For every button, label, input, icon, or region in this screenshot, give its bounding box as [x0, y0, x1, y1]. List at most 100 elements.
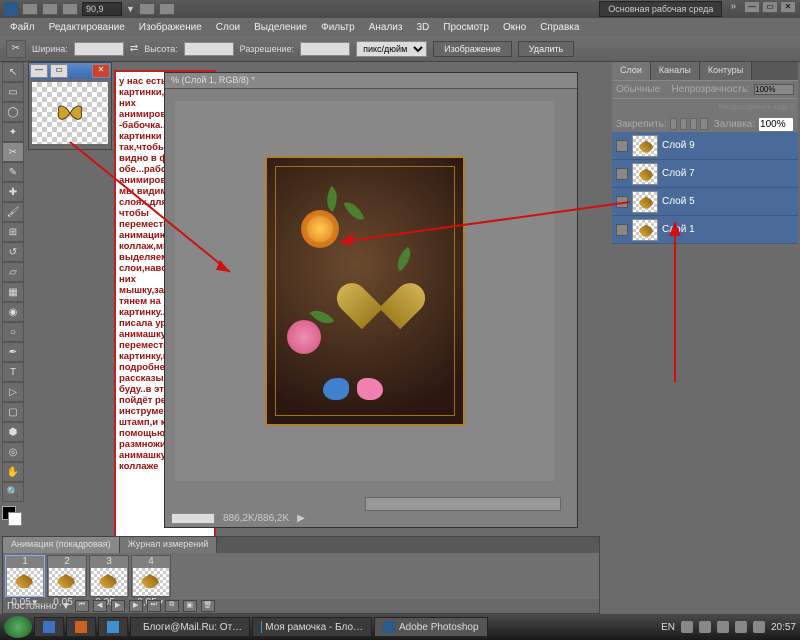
- bw-max-icon[interactable]: ▭: [50, 64, 68, 78]
- 3d-tool[interactable]: ⬢: [2, 422, 24, 442]
- tb-btn4[interactable]: [139, 3, 155, 15]
- move-tool[interactable]: ↖: [2, 62, 24, 82]
- tb-btn3[interactable]: [62, 3, 78, 15]
- frame[interactable]: 10,05▼: [5, 555, 45, 597]
- lock-all-icon[interactable]: [700, 118, 707, 130]
- stamp-tool[interactable]: ⊞: [2, 222, 24, 242]
- lock-position-icon[interactable]: [690, 118, 697, 130]
- eye-icon[interactable]: [616, 196, 628, 208]
- swap-icon[interactable]: ⇄: [130, 43, 138, 54]
- blur-tool[interactable]: ◉: [2, 302, 24, 322]
- layer-row[interactable]: Слой 1: [612, 216, 798, 244]
- layer-thumb[interactable]: [632, 219, 658, 241]
- taskbar-item[interactable]: Adobe Photoshop: [374, 617, 488, 637]
- pen-tool[interactable]: ✒: [2, 342, 24, 362]
- eyedropper-tool[interactable]: ✎: [2, 162, 24, 182]
- butterfly-window-titlebar[interactable]: — ▭ ✕: [29, 63, 111, 79]
- frame[interactable]: 30,05▼: [89, 555, 129, 597]
- quicklaunch[interactable]: [98, 617, 128, 637]
- eye-icon[interactable]: [616, 140, 628, 152]
- color-swatches[interactable]: [2, 506, 24, 528]
- quicklaunch[interactable]: [34, 617, 64, 637]
- tab-log[interactable]: Журнал измерений: [120, 537, 218, 553]
- menu-filter[interactable]: Фильтр: [315, 20, 361, 35]
- brush-tool[interactable]: 🖌: [2, 202, 24, 222]
- menu-3d[interactable]: 3D: [410, 20, 435, 35]
- layer-row[interactable]: Слой 5: [612, 188, 798, 216]
- tray-icon[interactable]: [753, 621, 765, 633]
- close-button[interactable]: ✕: [780, 1, 796, 13]
- delete-button[interactable]: Удалить: [518, 41, 574, 57]
- tray-icon[interactable]: [735, 621, 747, 633]
- lock-pixels-icon[interactable]: [680, 118, 687, 130]
- type-tool[interactable]: T: [2, 362, 24, 382]
- shape-tool[interactable]: ▢: [2, 402, 24, 422]
- minimize-button[interactable]: —: [744, 1, 760, 13]
- next-frame-button[interactable]: ▶: [129, 600, 143, 612]
- taskbar-item[interactable]: Моя рамочка - Бло…: [252, 617, 372, 637]
- tray-icon[interactable]: [681, 621, 693, 633]
- new-frame-button[interactable]: ▣: [183, 600, 197, 612]
- opacity-input[interactable]: [754, 84, 794, 95]
- play-button[interactable]: ▶: [111, 600, 125, 612]
- menu-window[interactable]: Окно: [497, 20, 532, 35]
- tab-animation[interactable]: Анимация (покадровая): [3, 537, 120, 553]
- start-button[interactable]: [4, 616, 32, 638]
- eraser-tool[interactable]: ▱: [2, 262, 24, 282]
- tab-layers[interactable]: Слои: [612, 62, 651, 80]
- zoom-tool[interactable]: 🔍: [2, 482, 24, 502]
- document-canvas[interactable]: [175, 101, 555, 481]
- doc-zoom-input[interactable]: [171, 513, 215, 524]
- tab-channels[interactable]: Каналы: [651, 62, 700, 80]
- marquee-tool[interactable]: ▭: [2, 82, 24, 102]
- first-frame-button[interactable]: ⏮: [75, 600, 89, 612]
- tray-icon[interactable]: [717, 621, 729, 633]
- more-icon[interactable]: »: [730, 1, 736, 17]
- frame[interactable]: 20,05▼: [47, 555, 87, 597]
- tb-btn5[interactable]: [159, 3, 175, 15]
- tb-btn2[interactable]: [42, 3, 58, 15]
- crop-tool[interactable]: ✂: [2, 142, 24, 162]
- bw-min-icon[interactable]: —: [30, 64, 48, 78]
- delete-frame-button[interactable]: 🗑: [201, 600, 215, 612]
- maximize-button[interactable]: ▭: [762, 1, 778, 13]
- menu-file[interactable]: Файл: [4, 20, 41, 35]
- history-brush-tool[interactable]: ↺: [2, 242, 24, 262]
- tab-paths[interactable]: Контуры: [700, 62, 752, 80]
- document-tab[interactable]: % (Слой 1, RGB/8) *: [165, 73, 577, 89]
- zoom-field[interactable]: [82, 2, 122, 16]
- layer-row[interactable]: Слой 9: [612, 132, 798, 160]
- menu-analysis[interactable]: Анализ: [363, 20, 409, 35]
- eye-icon[interactable]: [616, 168, 628, 180]
- taskbar-item[interactable]: Блоги@Mail.Ru: От…: [130, 617, 250, 637]
- image-button[interactable]: Изображение: [433, 41, 512, 57]
- butterfly-canvas[interactable]: [32, 82, 108, 144]
- menu-select[interactable]: Выделение: [248, 20, 313, 35]
- wand-tool[interactable]: ✦: [2, 122, 24, 142]
- res-input[interactable]: [300, 42, 350, 56]
- tb-btn1[interactable]: [22, 3, 38, 15]
- lock-transparency-icon[interactable]: [670, 118, 677, 130]
- menu-layers[interactable]: Слои: [210, 20, 246, 35]
- menu-help[interactable]: Справка: [534, 20, 585, 35]
- layer-thumb[interactable]: [632, 191, 658, 213]
- units-select[interactable]: пикс/дюйм: [356, 41, 427, 57]
- prev-frame-button[interactable]: ◀: [93, 600, 107, 612]
- layer-thumb[interactable]: [632, 163, 658, 185]
- path-tool[interactable]: ▷: [2, 382, 24, 402]
- tween-button[interactable]: ⧉: [165, 600, 179, 612]
- camera-tool[interactable]: ◎: [2, 442, 24, 462]
- chevron-right-icon[interactable]: ▶: [297, 513, 305, 524]
- doc-scrollbar-h[interactable]: [365, 497, 561, 511]
- spread-checkbox-label[interactable]: Распространить кадр 1: [719, 104, 794, 111]
- loop-select[interactable]: Постоянно: [7, 601, 57, 612]
- width-input[interactable]: [74, 42, 124, 56]
- bw-close-icon[interactable]: ✕: [92, 64, 110, 78]
- menu-image[interactable]: Изображение: [133, 20, 208, 35]
- clock[interactable]: 20:57: [771, 622, 796, 633]
- lasso-tool[interactable]: ◯: [2, 102, 24, 122]
- layer-row[interactable]: Слой 7: [612, 160, 798, 188]
- fill-input[interactable]: [758, 117, 794, 132]
- tray-icon[interactable]: [699, 621, 711, 633]
- quicklaunch[interactable]: [66, 617, 96, 637]
